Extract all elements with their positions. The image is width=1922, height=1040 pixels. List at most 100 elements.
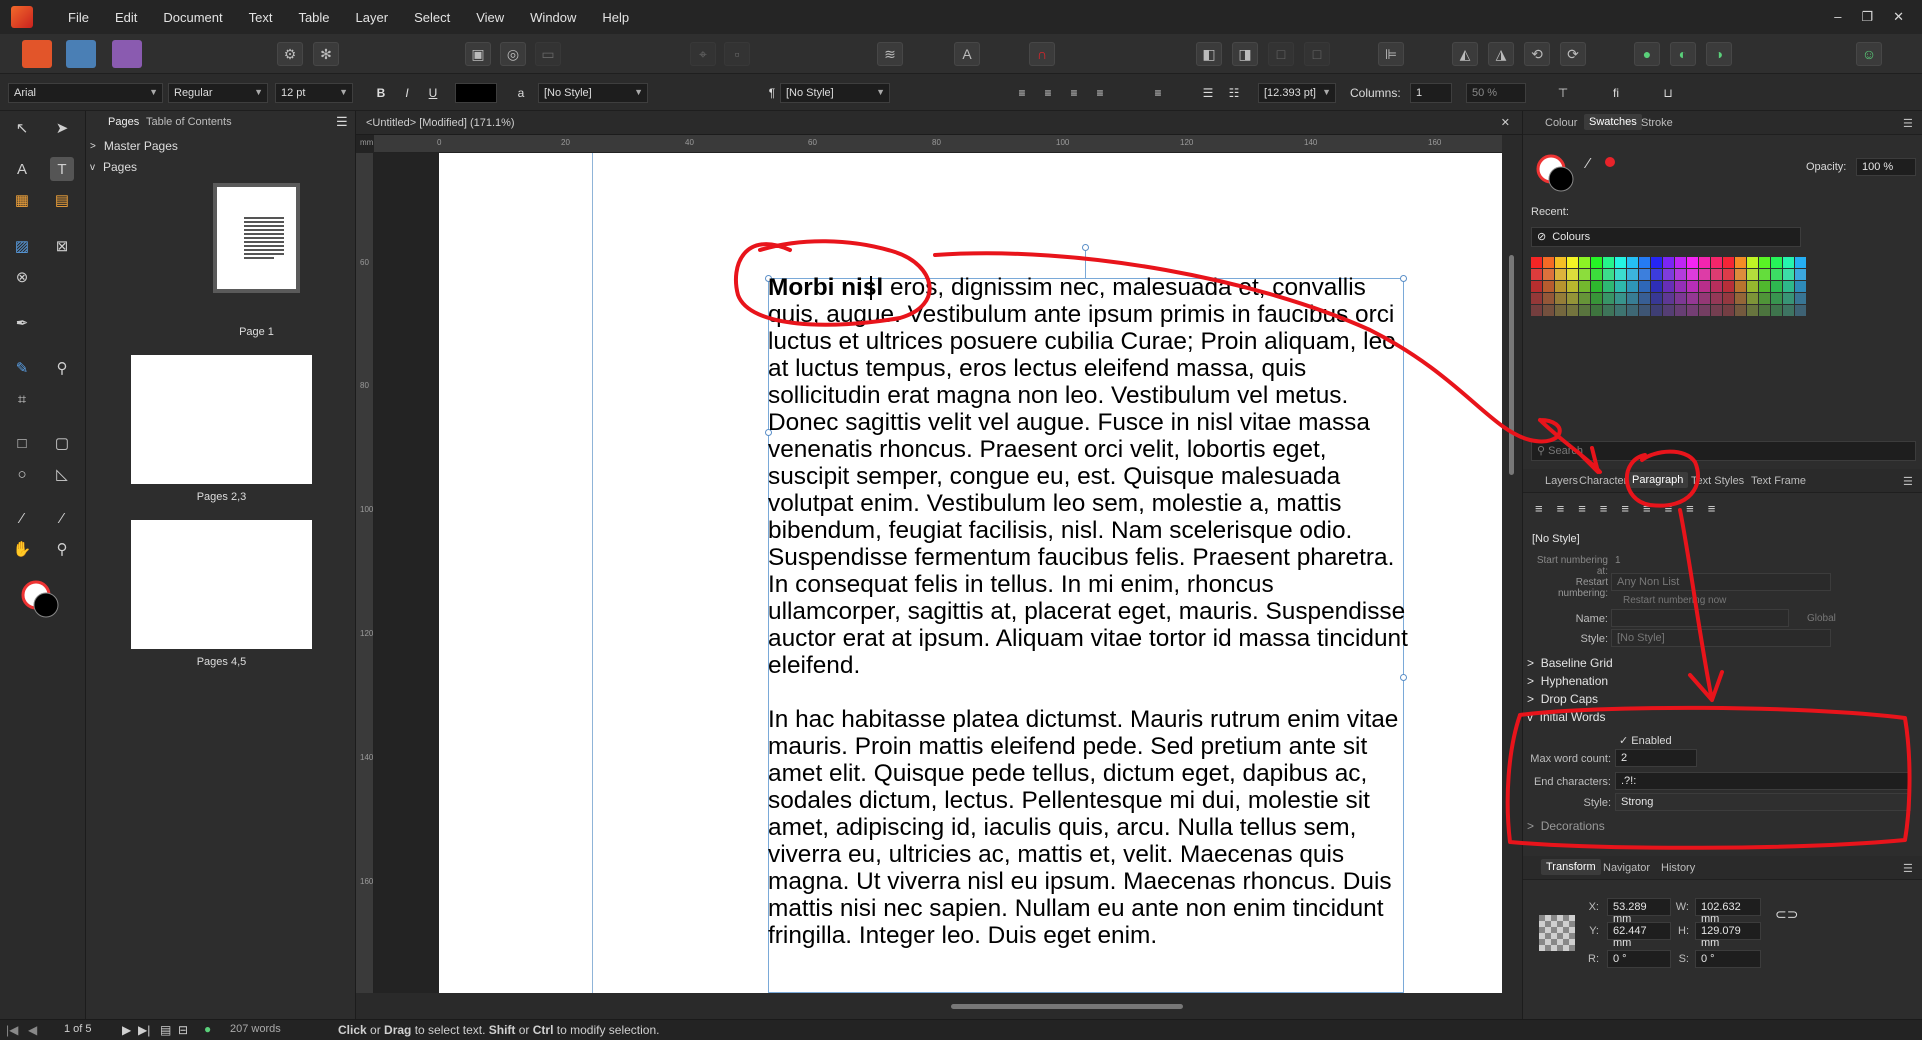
photo-persona-icon[interactable] (112, 40, 142, 68)
colour-swatch[interactable] (1639, 257, 1650, 268)
colour-swatch[interactable] (1627, 269, 1638, 280)
colour-swatch[interactable] (1531, 293, 1542, 304)
menu-window[interactable]: Window (517, 10, 589, 25)
start-numbering-value[interactable]: 1 (1615, 555, 1621, 566)
colour-swatch[interactable] (1771, 281, 1782, 292)
colour-swatch[interactable] (1795, 305, 1806, 316)
publisher-persona-icon[interactable] (22, 40, 52, 68)
move-tool-icon[interactable]: ↖ (10, 116, 34, 140)
colour-swatch[interactable] (1543, 269, 1554, 280)
colour-swatch[interactable] (1747, 305, 1758, 316)
scroll-thumb[interactable] (1509, 255, 1514, 475)
vertical-align-icon[interactable]: ≡ (1148, 82, 1168, 104)
text-frame-icon[interactable]: ⊔ (1658, 82, 1678, 104)
table-tool-icon[interactable]: ▦ (10, 188, 34, 212)
preflight-ok-icon[interactable]: ● (204, 1022, 211, 1036)
tab-layers[interactable]: Layers (1545, 475, 1578, 487)
colour-swatch[interactable] (1555, 305, 1566, 316)
story-text[interactable]: Morbi nisl eros, dignissim nec, malesuad… (768, 274, 1408, 976)
colour-swatch[interactable] (1675, 281, 1686, 292)
colour-swatch[interactable] (1759, 269, 1770, 280)
colour-swatch[interactable] (1795, 257, 1806, 268)
tab-stroke[interactable]: Stroke (1641, 117, 1673, 129)
colour-swatch[interactable] (1531, 305, 1542, 316)
colour-swatch[interactable] (1735, 269, 1746, 280)
section-drop-caps[interactable]: > Drop Caps (1527, 692, 1598, 706)
colour-picker-tool-icon[interactable]: ⁄ (10, 506, 34, 530)
restart-numbering-now-checkbox[interactable]: Restart numbering now (1623, 595, 1726, 606)
name-field[interactable] (1611, 609, 1789, 627)
menu-table[interactable]: Table (285, 10, 342, 25)
colour-swatch[interactable] (1723, 305, 1734, 316)
colour-swatch[interactable] (1555, 293, 1566, 304)
close-document-icon[interactable]: ✕ (1501, 116, 1510, 129)
tab-swatches[interactable]: Swatches (1584, 114, 1642, 130)
rotate-left-icon[interactable]: ⟲ (1524, 42, 1550, 66)
colour-swatch[interactable] (1771, 293, 1782, 304)
colour-swatch[interactable] (1663, 269, 1674, 280)
master-pages-row[interactable]: > Master Pages (86, 136, 356, 156)
align-center-icon[interactable]: ≡ (1038, 82, 1058, 104)
previous-page-icon[interactable]: ◀ (28, 1023, 37, 1037)
colour-swatch[interactable] (1699, 269, 1710, 280)
colour-swatch[interactable] (1651, 305, 1662, 316)
colour-swatch[interactable] (1615, 293, 1626, 304)
spread-mode-icon[interactable]: ▭ (535, 42, 561, 66)
swatch-grid[interactable] (1531, 257, 1821, 367)
boolean-subtract-icon[interactable]: ◐ (1670, 42, 1696, 66)
global-checkbox[interactable]: Global (1807, 613, 1836, 624)
menu-file[interactable]: File (55, 10, 102, 25)
gutter-field[interactable]: 50 % (1466, 83, 1526, 103)
character-style-select[interactable]: [No Style] ▼ (538, 83, 648, 103)
menu-text[interactable]: Text (236, 10, 286, 25)
arrange-front-icon[interactable]: □ (1268, 42, 1294, 66)
italic-button[interactable]: I (397, 82, 417, 104)
tab-paragraph[interactable]: Paragraph (1627, 472, 1689, 488)
colour-swatch[interactable] (1771, 257, 1782, 268)
colour-swatch[interactable] (1639, 305, 1650, 316)
colour-swatch[interactable] (1615, 269, 1626, 280)
first-page-icon[interactable]: |◀ (6, 1023, 18, 1037)
rotation-field[interactable]: 0 ° (1607, 950, 1671, 968)
underline-button[interactable]: U (423, 82, 443, 104)
flip-horizontal-icon[interactable]: ◭ (1452, 42, 1478, 66)
tab-pages[interactable]: Pages (108, 116, 139, 128)
colour-swatch[interactable] (1651, 257, 1662, 268)
colour-swatch[interactable] (1555, 257, 1566, 268)
node-tool-icon[interactable]: ➤ (50, 116, 74, 140)
colour-swatch[interactable] (1759, 293, 1770, 304)
colour-swatch[interactable] (1759, 257, 1770, 268)
shape-tool-icon[interactable]: ◺ (50, 462, 74, 486)
end-characters-field[interactable]: .?!: (1615, 772, 1911, 790)
colour-swatch[interactable] (1711, 257, 1722, 268)
justify-left-icon[interactable]: ≡ (1600, 501, 1608, 516)
colour-swatch[interactable] (1651, 293, 1662, 304)
align-left-icon[interactable]: ≡ (1012, 82, 1032, 104)
section-hyphenation[interactable]: > Hyphenation (1527, 674, 1608, 688)
colour-swatch[interactable] (1639, 293, 1650, 304)
vertical-ruler[interactable]: 60 80 100 120 140 160 (356, 153, 374, 993)
horizontal-scrollbar[interactable] (356, 993, 1522, 1019)
menu-document[interactable]: Document (150, 10, 235, 25)
menu-select[interactable]: Select (401, 10, 463, 25)
initial-words-style-select[interactable]: Strong (1615, 793, 1911, 811)
colour-swatch[interactable] (1543, 257, 1554, 268)
colour-swatch[interactable] (1675, 305, 1686, 316)
colour-swatch[interactable] (1699, 305, 1710, 316)
opacity-field[interactable]: 100 % (1856, 158, 1916, 176)
menu-edit[interactable]: Edit (102, 10, 150, 25)
colour-swatch[interactable] (1711, 269, 1722, 280)
pages-row[interactable]: v Pages (86, 157, 356, 177)
colour-swatch[interactable] (1567, 305, 1578, 316)
tab-transform[interactable]: Transform (1541, 859, 1601, 875)
font-family-select[interactable]: Arial ▼ (8, 83, 163, 103)
colour-swatch[interactable] (1723, 293, 1734, 304)
colour-swatch[interactable] (1531, 281, 1542, 292)
align-icon[interactable]: ⊫ (1378, 42, 1404, 66)
colour-swatch[interactable] (1615, 305, 1626, 316)
tab-history[interactable]: History (1661, 862, 1695, 874)
pages-2-3-thumbnail[interactable] (131, 355, 312, 484)
font-size-field[interactable]: 12 pt ▼ (275, 83, 353, 103)
colour-swatch[interactable] (1615, 257, 1626, 268)
colour-swatch[interactable] (1675, 257, 1686, 268)
